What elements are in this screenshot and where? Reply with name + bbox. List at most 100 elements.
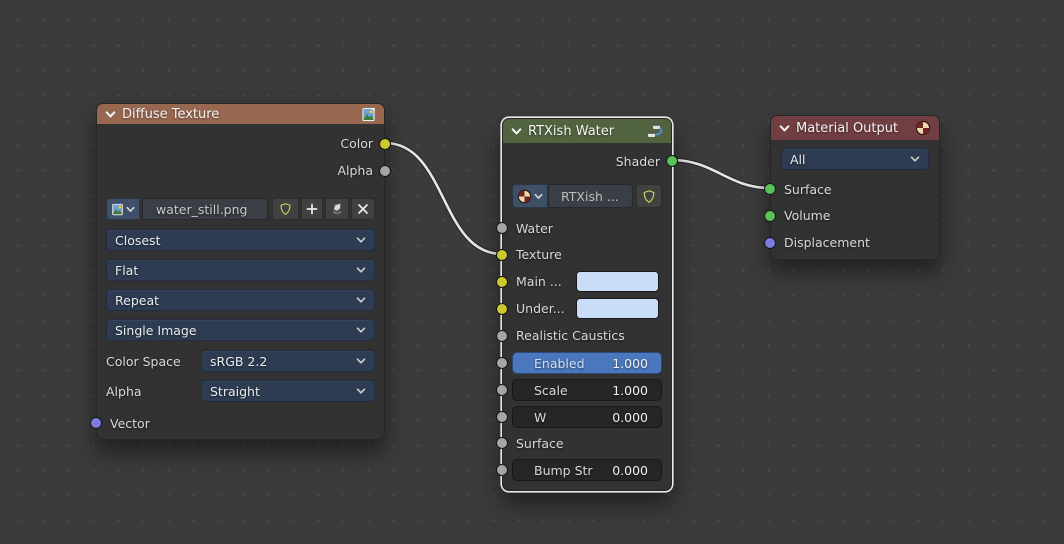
slider-label: Scale — [534, 382, 568, 398]
dropdown-value: Straight — [210, 383, 260, 399]
shader-output-socket[interactable] — [666, 155, 678, 167]
input-label: Under... — [516, 301, 565, 316]
texture-input-socket[interactable] — [496, 248, 508, 261]
image-name-field[interactable]: water_still.png — [142, 198, 268, 220]
material-name-field[interactable]: RTXish ... — [548, 184, 633, 208]
volume-input-socket[interactable] — [764, 209, 776, 222]
w-slider[interactable]: W 0.000 — [512, 406, 662, 428]
material-output-node[interactable]: Material Output All Surface Volume Displ… — [764, 115, 940, 260]
input-row-vector: Vector — [90, 410, 384, 436]
color-space-dropdown[interactable]: sRGB 2.2 — [201, 350, 375, 372]
image-browse-button[interactable] — [106, 198, 140, 220]
slider-label: Bump Str — [534, 462, 593, 478]
dropdown-value: Repeat — [115, 292, 160, 308]
target-dropdown[interactable]: All — [781, 148, 929, 170]
chevron-down-icon — [356, 325, 366, 335]
dropdown-value: sRGB 2.2 — [210, 353, 268, 369]
alpha-mode-row: Alpha Straight — [97, 380, 384, 402]
input-label: Surface — [784, 181, 832, 197]
interpolation-dropdown[interactable]: Closest — [106, 229, 375, 251]
chevron-down-icon — [356, 386, 366, 396]
close-icon — [358, 204, 368, 214]
input-label: Realistic Caustics — [516, 328, 625, 343]
water-input-socket[interactable] — [496, 222, 508, 234]
output-label: Color — [340, 136, 373, 151]
scale-slider[interactable]: Scale 1.000 — [512, 379, 662, 401]
output-row-alpha: Alpha — [97, 157, 391, 184]
chevron-down-icon — [356, 235, 366, 245]
source-dropdown[interactable]: Single Image — [106, 319, 375, 341]
under-color-swatch[interactable] — [576, 298, 659, 319]
node-group-icon — [647, 123, 663, 139]
chevron-down-icon — [356, 356, 366, 366]
input-label: Texture — [516, 247, 562, 262]
dropdown-value: Closest — [115, 232, 161, 248]
input-row-volume: Volume — [764, 202, 939, 229]
input-row-surface: Surface — [496, 430, 671, 456]
dropdown-value: Single Image — [115, 322, 197, 338]
enabled-slider[interactable]: Enabled 1.000 — [512, 352, 662, 374]
material-selector-row: RTXish ... — [503, 184, 671, 208]
shield-icon — [280, 203, 291, 215]
property-label: Alpha — [106, 383, 142, 399]
realistic-caustics-input-socket[interactable] — [496, 329, 508, 342]
vector-input-socket[interactable] — [90, 417, 102, 429]
slider-label: Enabled — [534, 355, 585, 371]
input-row-realistic-caustics: Realistic Caustics — [496, 322, 671, 349]
material-icon — [517, 189, 532, 203]
node-title: RTXish Water — [528, 123, 615, 139]
input-row-enabled: Enabled 1.000 — [496, 352, 671, 374]
input-row-under-color: Under... — [496, 295, 671, 322]
shield-icon — [643, 189, 655, 203]
node-title: Material Output — [796, 120, 899, 136]
diffuse-texture-node[interactable]: Diffuse Texture Color Alpha water_still.… — [90, 103, 391, 440]
image-icon — [361, 107, 376, 122]
input-label: Displacement — [784, 235, 870, 250]
main-color-swatch[interactable] — [576, 271, 659, 292]
property-label: Color Space — [106, 353, 181, 369]
rtxish-water-node[interactable]: RTXish Water Shader RTXish ... Water Tex… — [496, 118, 678, 491]
main-color-input-socket[interactable] — [496, 275, 508, 288]
input-row-w: W 0.000 — [496, 406, 671, 428]
w-input-socket[interactable] — [496, 411, 508, 423]
slider-value: 1.000 — [612, 355, 648, 371]
input-row-main-color: Main ... — [496, 268, 671, 295]
unpack-button[interactable] — [325, 198, 349, 220]
material-browse-button[interactable] — [512, 184, 548, 208]
chevron-down-icon — [356, 265, 366, 275]
displacement-input-socket[interactable] — [764, 236, 776, 249]
diffuse-texture-node-header[interactable]: Diffuse Texture — [97, 104, 384, 124]
chevron-down-icon — [910, 154, 920, 164]
input-label: Surface — [516, 435, 564, 451]
image-icon — [112, 203, 123, 215]
scale-input-socket[interactable] — [496, 384, 508, 396]
new-image-button[interactable] — [301, 198, 323, 220]
surface-input-socket[interactable] — [764, 183, 776, 195]
unlink-button[interactable] — [351, 198, 375, 220]
collapse-chevron-icon[interactable] — [105, 109, 116, 120]
input-label: Volume — [784, 208, 831, 223]
dropdown-value: All — [790, 151, 806, 167]
alpha-output-socket[interactable] — [379, 164, 391, 177]
chevron-down-icon — [534, 193, 543, 199]
bump-str-input-socket[interactable] — [496, 464, 508, 476]
color-output-socket[interactable] — [379, 137, 391, 150]
collapse-chevron-icon[interactable] — [779, 123, 790, 134]
dropdown-value: Flat — [115, 262, 139, 278]
output-label: Alpha — [337, 163, 373, 178]
collapse-chevron-icon[interactable] — [511, 126, 522, 137]
material-output-node-header[interactable]: Material Output — [771, 116, 939, 140]
output-row-color: Color — [97, 130, 391, 157]
input-label: Water — [516, 220, 553, 236]
enabled-input-socket[interactable] — [496, 357, 508, 369]
rtxish-water-node-header[interactable]: RTXish Water — [503, 119, 671, 143]
under-color-input-socket[interactable] — [496, 302, 508, 315]
surface-input-socket[interactable] — [496, 437, 508, 449]
alpha-mode-dropdown[interactable]: Straight — [201, 380, 375, 402]
fake-user-shield-button[interactable] — [272, 198, 299, 220]
bump-str-slider[interactable]: Bump Str 0.000 — [512, 459, 662, 481]
input-row-water: Water — [496, 215, 671, 241]
fake-user-shield-button[interactable] — [636, 184, 662, 208]
projection-dropdown[interactable]: Flat — [106, 259, 375, 281]
extension-dropdown[interactable]: Repeat — [106, 289, 375, 311]
